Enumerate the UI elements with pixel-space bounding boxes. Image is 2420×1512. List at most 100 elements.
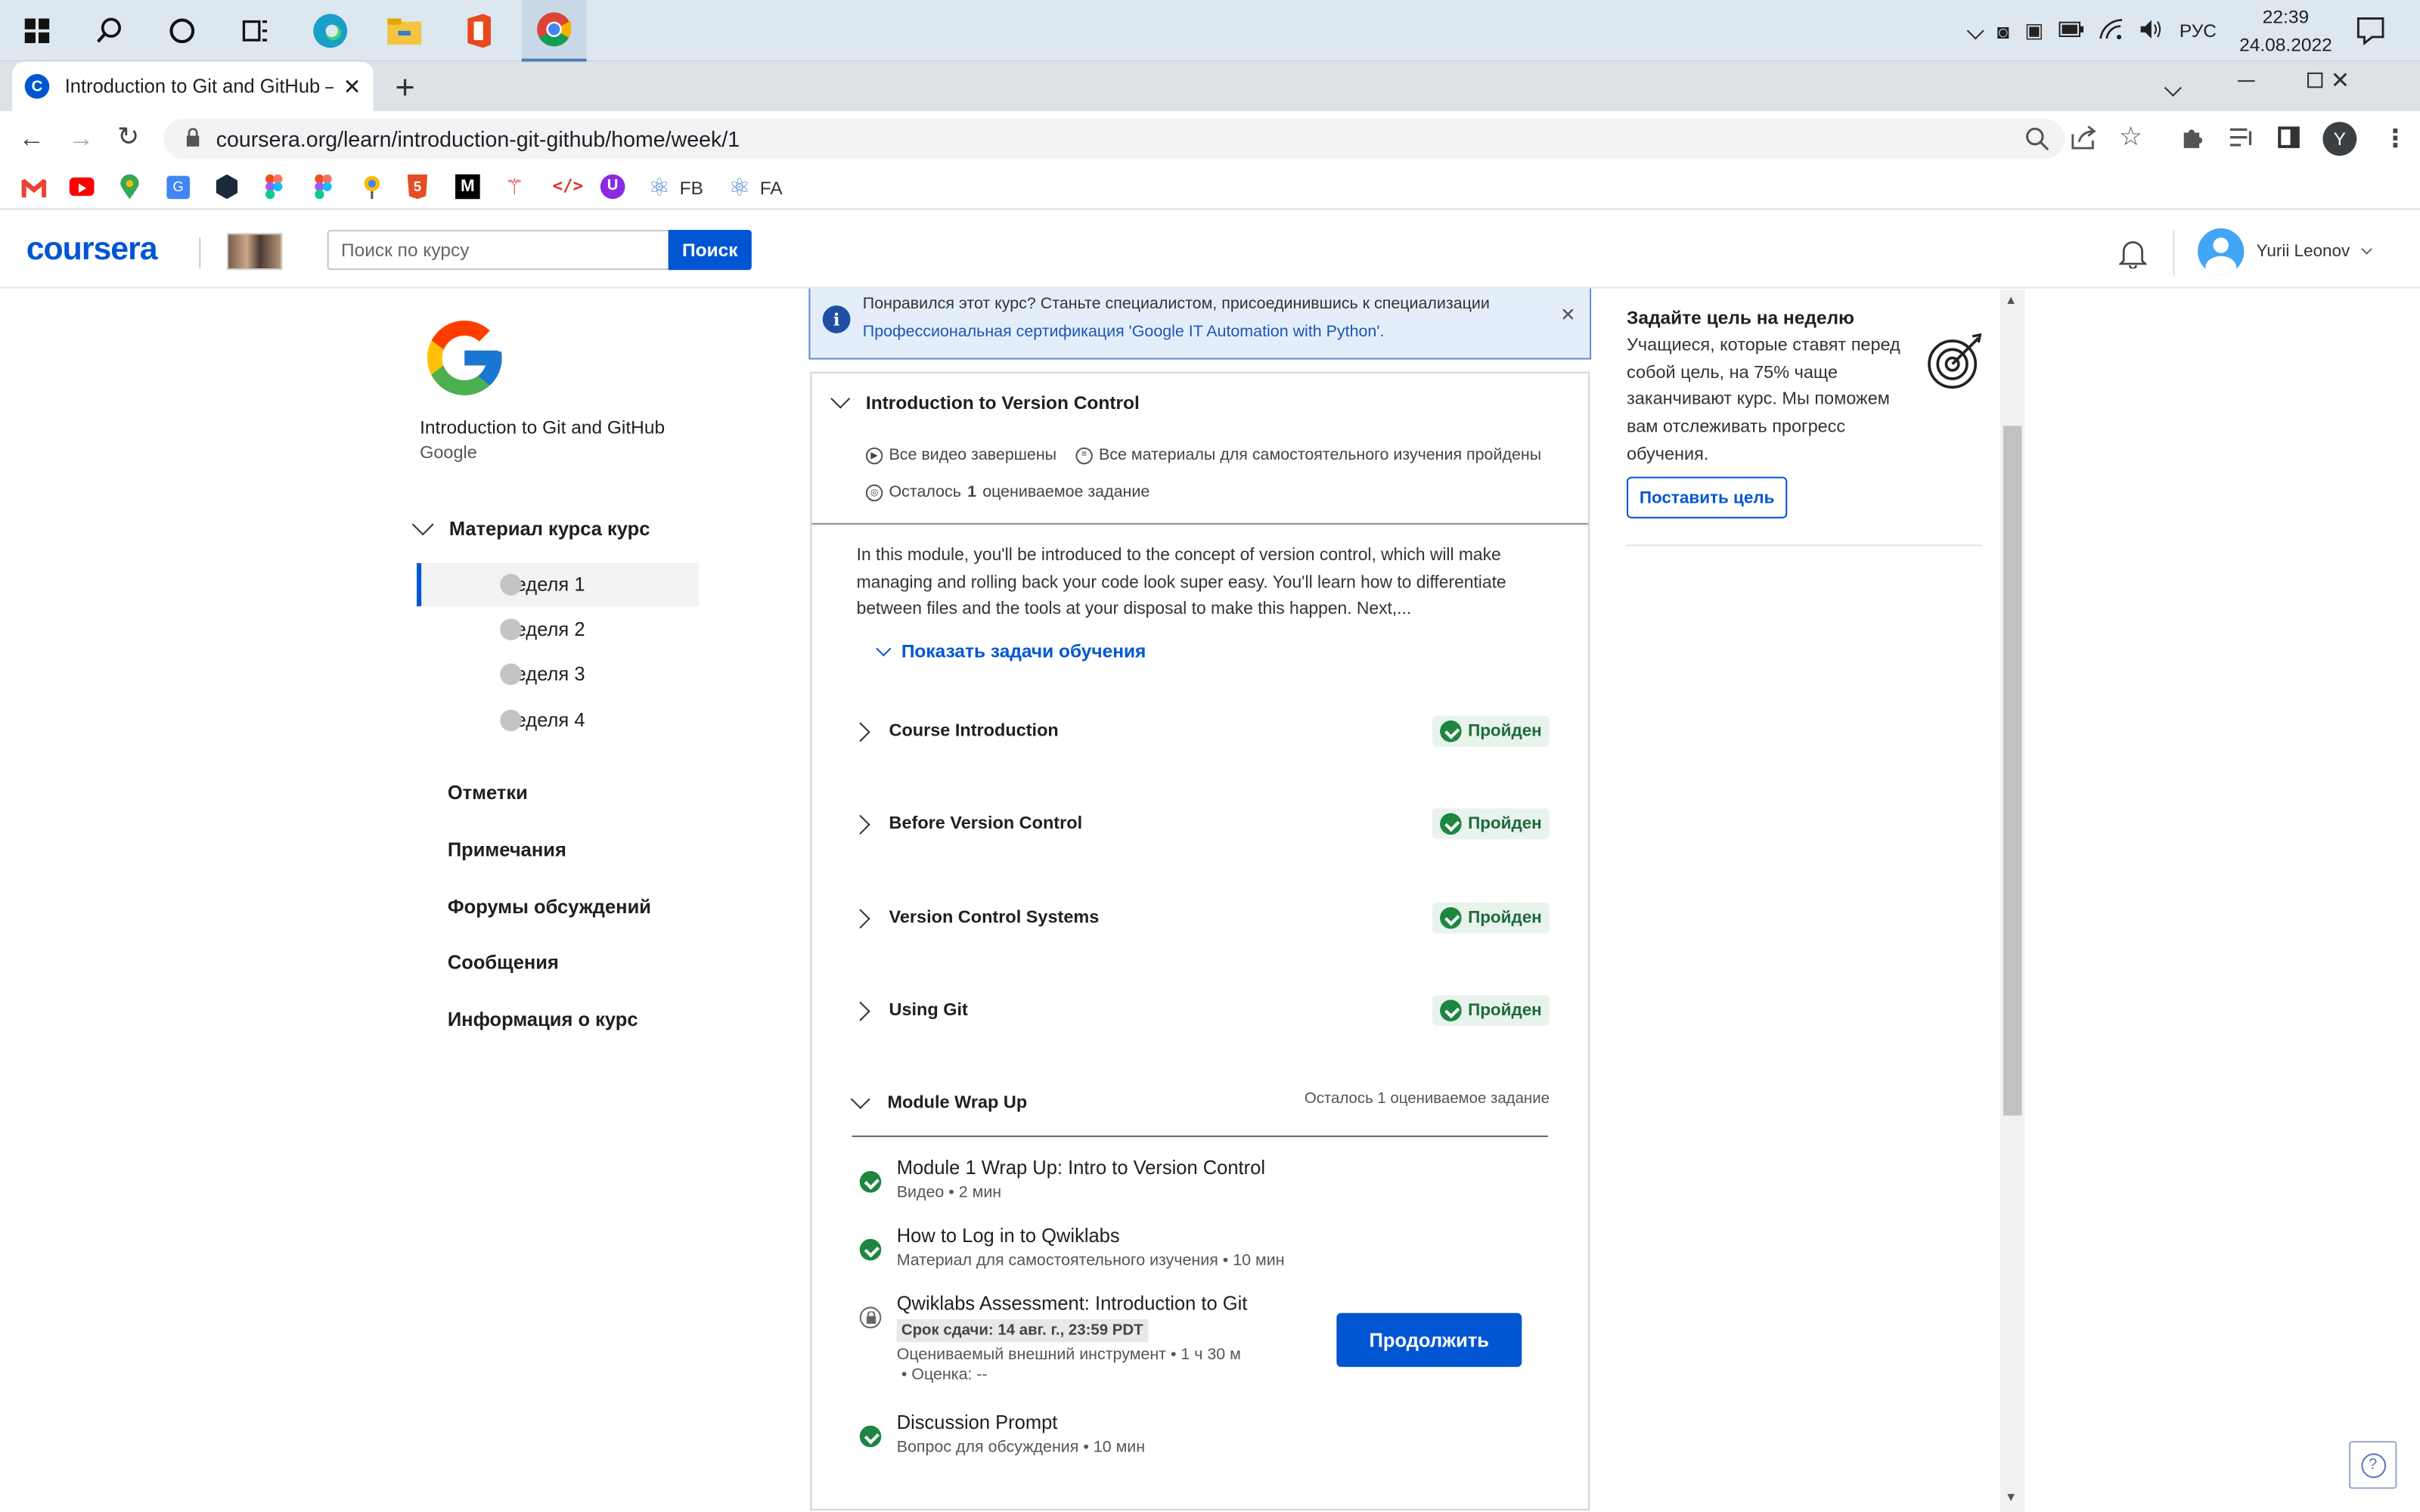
wrapup-divider <box>852 1136 1548 1138</box>
tray-chevron-icon[interactable] <box>1966 20 1984 42</box>
tab-search-icon[interactable] <box>2164 74 2182 102</box>
sidebar-link-forums[interactable]: Форумы обсуждений <box>448 897 651 919</box>
tab-title: Introduction to Git and GitHub – <box>64 75 334 98</box>
bookmark-code-icon[interactable]: </> <box>553 176 584 197</box>
coursera-logo[interactable]: coursera <box>26 231 158 268</box>
browser-tab[interactable]: C Introduction to Git and GitHub – ✕ <box>12 61 374 111</box>
clock[interactable]: 22:39 24.08.2022 <box>2235 3 2337 58</box>
chevron-right-icon <box>850 908 870 928</box>
edge-icon[interactable] <box>309 9 352 52</box>
scroll-down-icon[interactable]: ▼ <box>2005 1490 2017 1504</box>
set-goal-button[interactable]: Поставить цель <box>1627 476 1788 519</box>
bookmark-translate-icon[interactable]: G <box>166 175 191 200</box>
scroll-up-icon[interactable]: ▲ <box>2005 293 2017 307</box>
extensions-icon[interactable] <box>2180 125 2204 157</box>
module-header[interactable]: Introduction to Version Control <box>830 389 1140 414</box>
course-title[interactable]: Introduction to Git and GitHub <box>420 417 665 438</box>
restore-icon[interactable] <box>2307 72 2323 88</box>
help-button[interactable]: ? <box>2349 1441 2397 1489</box>
lock-icon <box>185 126 200 151</box>
lesson-before-version-control[interactable]: Before Version Control Пройден <box>850 801 1550 847</box>
windows-start-icon[interactable] <box>15 9 58 52</box>
search-button[interactable]: Поиск <box>668 230 752 271</box>
url-text: coursera.org/learn/introduction-git-gith… <box>216 126 740 151</box>
sidebar-item-week-3[interactable]: Неделя 3 <box>417 652 699 696</box>
banner-close-icon[interactable]: ✕ <box>1560 304 1576 326</box>
profile-avatar[interactable]: Y <box>2322 122 2357 156</box>
sidebar-item-week-1[interactable]: Неделя 1 <box>417 562 700 607</box>
lesson-module-wrap-up[interactable]: Module Wrap Up Осталось 1 оцениваемое за… <box>850 1080 1550 1126</box>
bookmark-pin-icon[interactable] <box>361 175 383 207</box>
reload-icon[interactable]: ↻ <box>117 122 139 153</box>
notifications-icon[interactable] <box>2355 15 2386 54</box>
sidebar-link-messages[interactable]: Сообщения <box>448 952 559 974</box>
wifi-icon[interactable] <box>2099 17 2124 44</box>
item-discussion-prompt[interactable]: Discussion Prompt Вопрос для обсуждения … <box>859 1411 1145 1457</box>
show-objectives-link[interactable]: Показать задачи обучения <box>876 640 1146 662</box>
chevron-down-icon <box>2360 243 2372 255</box>
module-divider <box>811 522 1588 525</box>
bookmark-fa[interactable]: ⚛ FA <box>728 173 782 204</box>
continue-button[interactable]: Продолжить <box>1336 1312 1522 1368</box>
user-menu[interactable]: Yurii Leonov <box>2198 228 2372 275</box>
back-icon[interactable]: ← <box>18 123 45 154</box>
reading-list-icon[interactable] <box>2229 126 2257 156</box>
item-qwiklabs-assessment[interactable]: Qwiklabs Assessment: Introduction to Git… <box>859 1293 1247 1384</box>
cortana-icon[interactable] <box>160 9 203 52</box>
bookmark-figma-icon[interactable] <box>265 174 283 207</box>
sidebar-link-course-info[interactable]: Информация о курс <box>448 1009 638 1031</box>
bookmark-maps-icon[interactable] <box>120 174 139 207</box>
file-explorer-icon[interactable] <box>383 9 426 52</box>
course-material-toggle[interactable]: Материал курса курс <box>411 513 650 540</box>
bookmark-figure-icon[interactable]: ⚚ <box>504 175 524 201</box>
item-qwiklabs-login[interactable]: How to Log in to Qwiklabs Материал для с… <box>859 1225 1285 1270</box>
volume-icon[interactable] <box>2139 17 2164 44</box>
chrome-taskbar-icon[interactable] <box>521 0 587 62</box>
lesson-version-control-systems[interactable]: Version Control Systems Пройден <box>850 895 1550 941</box>
bookmark-medium-icon[interactable]: M <box>455 174 480 200</box>
zoom-icon[interactable] <box>2025 126 2050 159</box>
scrollbar-thumb[interactable] <box>2003 426 2022 1116</box>
language-indicator[interactable]: РУС <box>2180 20 2217 42</box>
search-icon[interactable] <box>88 9 131 52</box>
lesson-course-introduction[interactable]: Course Introduction Пройден <box>850 708 1550 754</box>
chrome-menu-icon[interactable]: ⋮ <box>2383 123 2408 154</box>
course-search-input[interactable]: Поиск по курсу <box>327 230 670 271</box>
bookmark-figma-2-icon[interactable] <box>315 174 332 207</box>
goal-title: Задайте цель на неделю <box>1627 307 1854 329</box>
status-badge-text: Пройден <box>1468 1001 1542 1020</box>
screen-tray-icon[interactable]: ▣ <box>2024 18 2043 43</box>
sidebar-link-grades[interactable]: Отметки <box>448 782 528 804</box>
bookmark-fb[interactable]: ⚛ FB <box>648 173 703 204</box>
forward-icon[interactable]: → <box>68 123 95 154</box>
lesson-using-git[interactable]: Using Git Пройден <box>850 987 1550 1033</box>
task-view-icon[interactable] <box>233 9 276 52</box>
bookmark-u-icon[interactable]: U <box>600 174 625 200</box>
side-panel-icon[interactable] <box>2278 126 2300 148</box>
sidebar-link-notes[interactable]: Примечания <box>448 839 566 861</box>
specialization-link[interactable]: Профессиональная сертификация 'Google IT… <box>863 323 1385 341</box>
bookmark-star-icon[interactable]: ☆ <box>2119 122 2142 153</box>
check-circle-icon <box>1440 906 1462 929</box>
wrapup-remaining: Осталось 1 оцениваемое задание <box>1304 1090 1550 1108</box>
notification-bell-icon[interactable] <box>2118 237 2148 276</box>
battery-icon[interactable] <box>2059 20 2084 42</box>
lesson-title: Course Introduction <box>889 722 1059 741</box>
sidebar-item-week-2[interactable]: Неделя 2 <box>417 608 699 651</box>
bookmark-gmail-icon[interactable] <box>21 178 47 206</box>
item-module-wrap-up-video[interactable]: Module 1 Wrap Up: Intro to Version Contr… <box>859 1157 1265 1202</box>
minimize-icon[interactable] <box>2238 80 2255 82</box>
tab-close-icon[interactable]: ✕ <box>343 73 361 100</box>
bookmark-youtube-icon[interactable] <box>69 177 95 197</box>
close-window-icon[interactable]: ✕ <box>2331 67 2350 94</box>
office-icon[interactable] <box>457 9 500 52</box>
camera-tray-icon[interactable]: ◙ <box>1997 20 2009 43</box>
chevron-down-icon <box>850 1089 870 1110</box>
coursera-favicon-icon: C <box>24 73 50 99</box>
bookmark-html5-icon[interactable]: 5 <box>407 174 428 200</box>
course-thumbnail[interactable] <box>226 233 283 271</box>
sidebar-item-week-4[interactable]: Неделя 4 <box>417 699 699 742</box>
share-icon[interactable] <box>2071 125 2098 157</box>
new-tab-button[interactable]: + <box>395 68 414 108</box>
address-bar[interactable]: coursera.org/learn/introduction-git-gith… <box>163 119 2065 160</box>
